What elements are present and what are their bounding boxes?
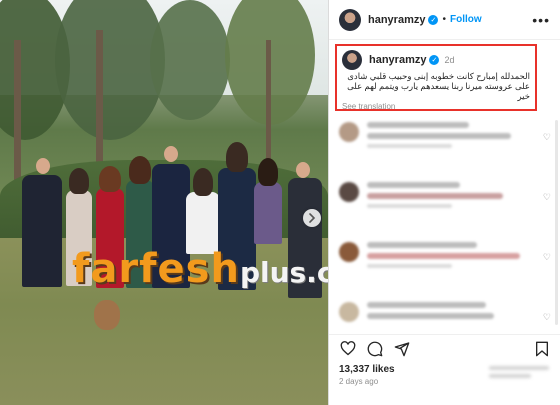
watermark-brand: farfesh [72, 246, 240, 292]
photo-trunk [14, 40, 21, 190]
caption-header: hanyramzy ✓ 2d [342, 50, 530, 70]
share-button[interactable] [393, 340, 411, 358]
post-username[interactable]: hanyramzy [368, 14, 425, 26]
post-photo[interactable]: farfesh plus.com [0, 0, 328, 405]
caption-time: 2d [444, 55, 455, 65]
post-date: 2 days ago [339, 377, 379, 386]
photo-tree [150, 0, 230, 120]
share-icon [394, 341, 410, 356]
comment-avatar[interactable] [339, 242, 359, 262]
likes-count[interactable]: 13,337 likes [339, 364, 395, 375]
bookmark-icon [536, 341, 548, 356]
photo-person-head [164, 146, 178, 162]
watermark-suffix: plus.com [239, 256, 328, 289]
caption: hanyramzy ✓ 2d الحمدلله إمبارح كانت خطوب… [335, 44, 537, 111]
add-comment-blurred [489, 366, 549, 388]
photo-person [186, 192, 220, 254]
action-bar [329, 334, 560, 362]
like-button[interactable] [339, 340, 357, 358]
caption-avatar[interactable] [342, 50, 362, 70]
photo-person-hair [129, 156, 151, 184]
comment-item: ♡ [329, 236, 560, 296]
photo-person-head [296, 162, 310, 178]
comment-body-blurred [367, 122, 537, 170]
save-button[interactable] [533, 340, 551, 358]
comment-item: ♡ [329, 116, 560, 176]
photo-person-hair [193, 168, 213, 196]
photo-tree [55, 0, 165, 140]
photo-person-hair [258, 158, 278, 186]
photo-person-head [36, 158, 50, 174]
avatar[interactable] [339, 8, 361, 31]
farfesh-watermark: farfesh plus.com [72, 246, 328, 292]
comment-button[interactable] [366, 340, 384, 358]
chevron-right-icon [309, 213, 316, 223]
comment-icon [367, 341, 383, 356]
heart-icon[interactable]: ♡ [543, 192, 551, 230]
heart-icon[interactable]: ♡ [543, 132, 551, 170]
heart-icon [340, 341, 356, 356]
comment-body-blurred [367, 242, 537, 290]
photo-person-hair [69, 168, 89, 194]
see-translation-link[interactable]: See translation [342, 102, 530, 111]
follow-button[interactable]: Follow [450, 14, 482, 25]
more-options-button[interactable]: ••• [532, 12, 550, 28]
caption-text: الحمدلله إمبارح كانت خطوبه إبنى وحبيب قل… [347, 71, 530, 101]
comment-avatar[interactable] [339, 122, 359, 142]
verified-icon: ✓ [429, 55, 440, 65]
comment-avatar[interactable] [339, 302, 359, 322]
comment-body-blurred [367, 182, 537, 230]
comment-list: ♡ ♡ ♡ ♡ [329, 116, 560, 356]
photo-person [254, 182, 282, 244]
next-photo-button[interactable] [303, 209, 321, 227]
verified-icon: ✓ [428, 14, 439, 25]
photo-person-hair [99, 166, 121, 192]
photo-person-hair [226, 142, 248, 172]
comment-item: ♡ [329, 176, 560, 236]
post-header: hanyramzy ✓ • Follow ••• [329, 0, 560, 40]
separator-dot: • [442, 14, 446, 25]
comment-scrollbar[interactable] [555, 120, 558, 325]
post-side-panel: hanyramzy ✓ • Follow ••• hanyramzy ✓ 2d … [328, 0, 560, 405]
photo-dog [94, 300, 120, 330]
caption-username[interactable]: hanyramzy [369, 54, 426, 66]
photo-person [22, 175, 62, 287]
heart-icon[interactable]: ♡ [543, 252, 551, 290]
comment-avatar[interactable] [339, 182, 359, 202]
